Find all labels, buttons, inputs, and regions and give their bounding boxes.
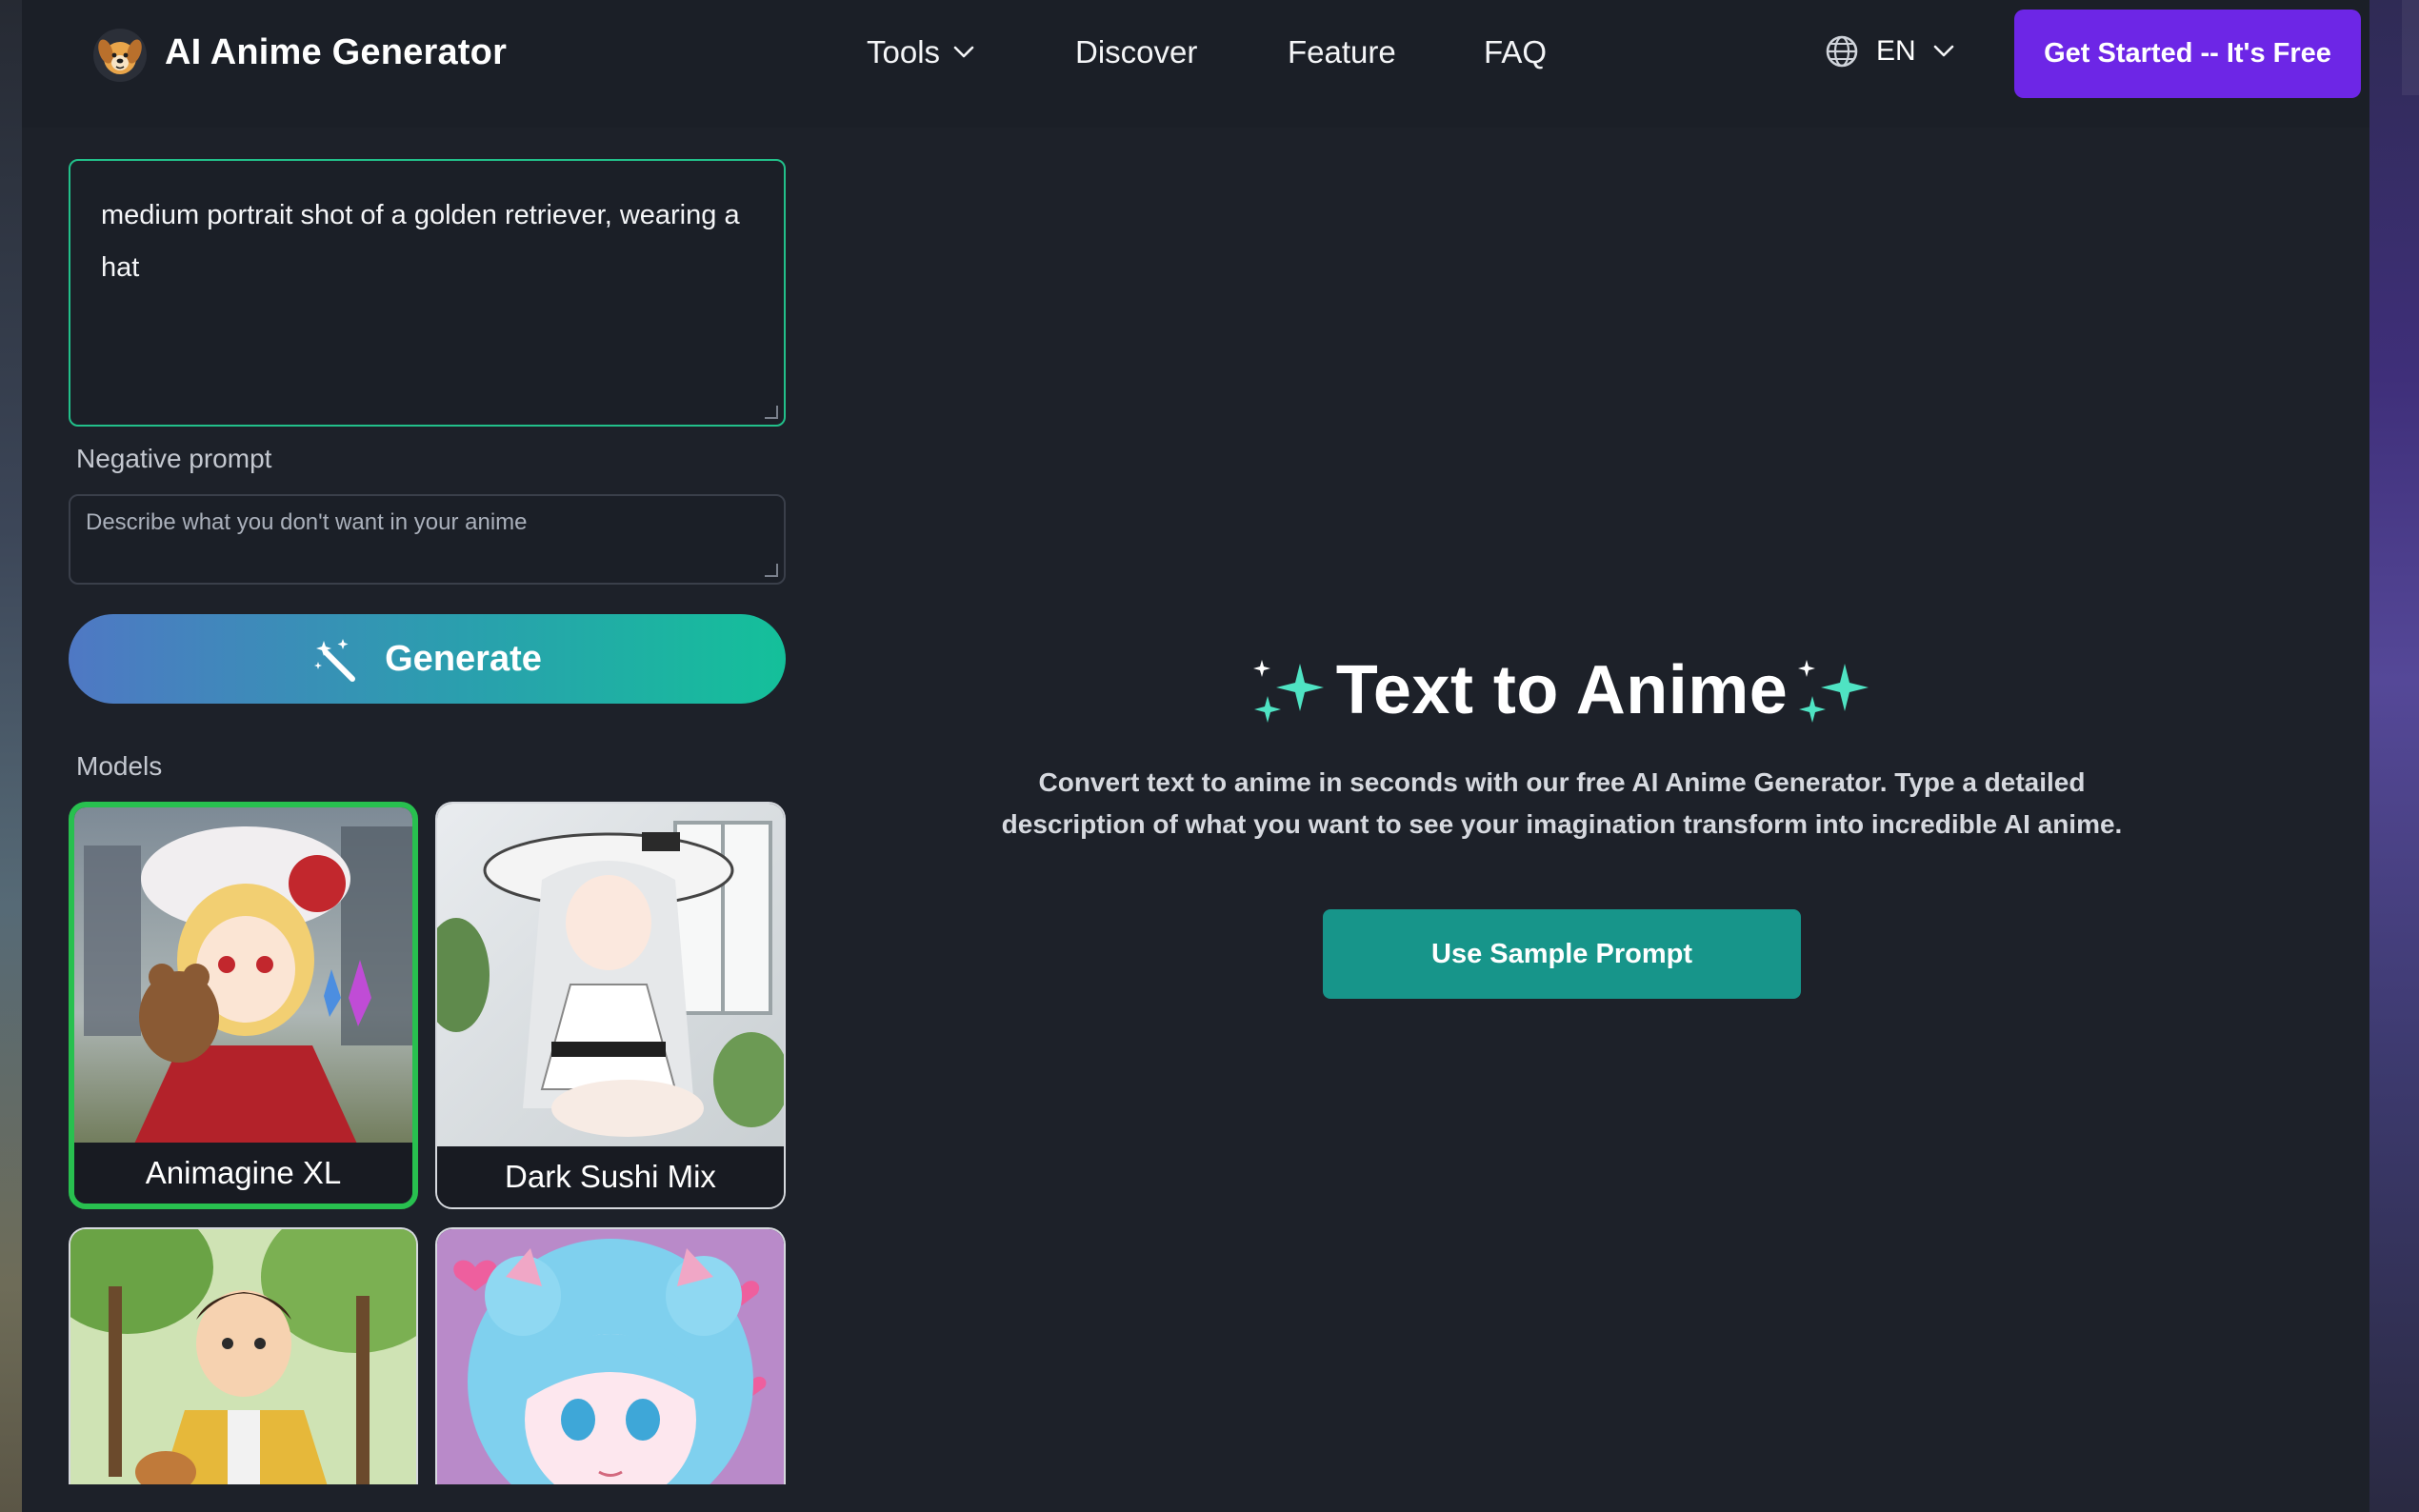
magic-wand-icon <box>314 639 356 682</box>
model-thumbnail-image <box>70 1229 416 1484</box>
model-card-animagine-xl[interactable]: Animagine XL <box>69 802 418 1209</box>
use-sample-prompt-button[interactable]: Use Sample Prompt <box>1323 909 1801 999</box>
background-left-strip <box>0 0 22 1512</box>
chevron-down-icon <box>953 46 974 58</box>
nav-discover[interactable]: Discover <box>1075 34 1197 70</box>
get-started-button[interactable]: Get Started -- It's Free <box>2014 10 2361 98</box>
nav-discover-label: Discover <box>1075 34 1198 70</box>
brand-name[interactable]: AI Anime Generator <box>165 32 507 73</box>
scrollbar[interactable] <box>2402 0 2419 95</box>
hero-title-row: Text to Anime <box>1248 647 1876 733</box>
model-card-4[interactable] <box>435 1227 786 1484</box>
nav-feature-label: Feature <box>1288 34 1396 70</box>
negative-prompt-textarea[interactable]: Describe what you don't want in your ani… <box>69 494 786 585</box>
model-card-dark-sushi-mix[interactable]: Dark Sushi Mix <box>435 802 786 1209</box>
nav-tools-label: Tools <box>867 34 941 70</box>
dog-face-icon[interactable] <box>93 29 147 82</box>
model-name: Animagine XL <box>74 1143 412 1204</box>
background-right-strip <box>2369 0 2419 1512</box>
nav-faq-label: FAQ <box>1484 34 1548 70</box>
chevron-down-icon <box>1933 45 1953 57</box>
nav-tools[interactable]: Tools <box>867 34 974 70</box>
nav-faq[interactable]: FAQ <box>1484 34 1547 70</box>
negative-prompt-placeholder: Describe what you don't want in your ani… <box>86 509 528 535</box>
language-label: EN <box>1876 35 1916 67</box>
model-thumbnail-image <box>437 804 784 1150</box>
negative-prompt-label: Negative prompt <box>76 444 272 473</box>
sparkles-icon <box>1798 660 1869 723</box>
top-nav-bar: AI Anime Generator Tools Discover Featur… <box>22 0 2369 128</box>
prompt-textarea[interactable]: medium portrait shot of a golden retriev… <box>69 159 786 427</box>
resize-handle[interactable] <box>765 406 778 419</box>
language-selector[interactable]: EN <box>1825 34 1954 69</box>
hero-title: Text to Anime <box>1335 652 1789 728</box>
model-card-3[interactable] <box>69 1227 418 1484</box>
hero-description: Convert text to anime in seconds with ou… <box>1001 767 2123 839</box>
globe-icon <box>1826 35 1858 68</box>
model-thumbnail-image <box>74 807 412 1150</box>
generate-label: Generate <box>385 638 542 679</box>
model-thumbnail-image <box>437 1229 784 1484</box>
models-label: Models <box>76 751 163 781</box>
resize-handle[interactable] <box>765 564 778 577</box>
generate-button[interactable]: Generate <box>69 614 786 704</box>
nav-feature[interactable]: Feature <box>1288 34 1396 70</box>
model-name: Dark Sushi Mix <box>437 1146 784 1207</box>
sparkles-icon <box>1252 660 1324 723</box>
prompt-text: medium portrait shot of a golden retriev… <box>101 200 740 283</box>
